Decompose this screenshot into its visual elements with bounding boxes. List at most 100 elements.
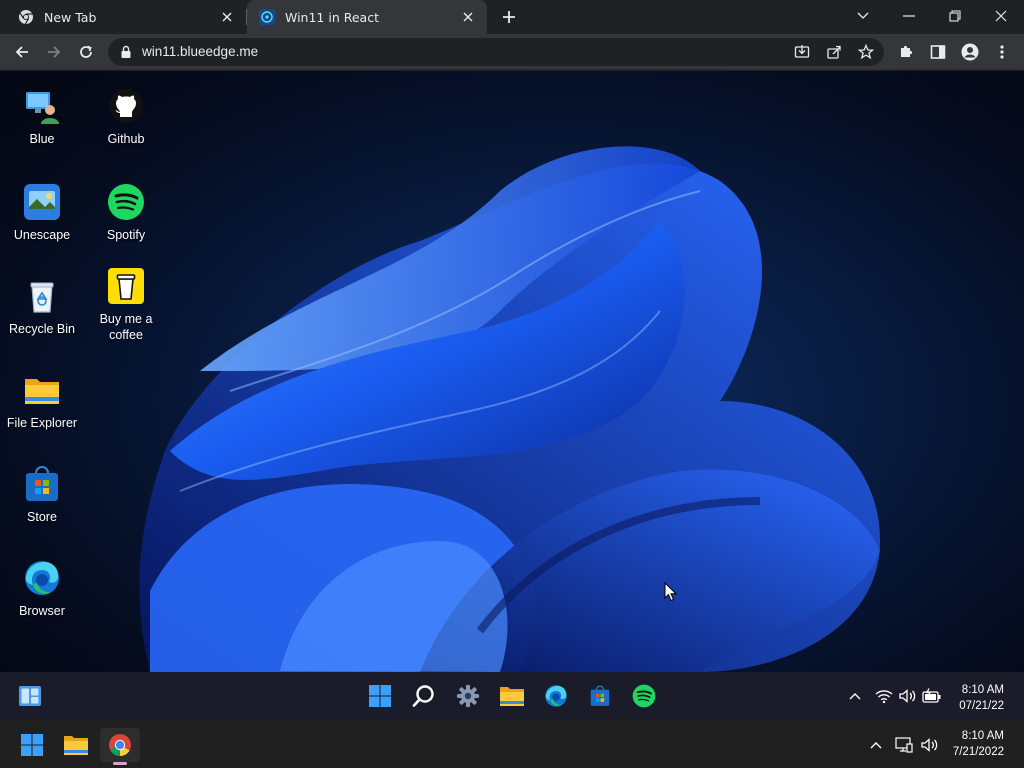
close-icon[interactable]	[218, 8, 236, 26]
windows-start-icon	[21, 734, 43, 756]
host-file-explorer-button[interactable]	[56, 728, 96, 762]
tab-title: New Tab	[44, 9, 97, 25]
desktop-icon-spotify[interactable]: Spotify	[84, 183, 168, 243]
wifi-icon	[875, 690, 893, 703]
clock-date: 07/21/22	[959, 700, 1004, 712]
chevron-down-icon	[857, 12, 869, 19]
desktop-icon-label: Recycle Bin	[9, 322, 75, 336]
clock[interactable]: 8:10 AM 07/21/22	[959, 682, 1004, 714]
browser-toolbar: win11.blueedge.me	[0, 34, 1024, 70]
spotify-button[interactable]	[630, 682, 658, 710]
chevron-up-icon	[870, 742, 882, 749]
arrow-right-icon	[48, 46, 61, 58]
file-explorer-button[interactable]	[498, 682, 526, 710]
desktop-icon-label: Github	[107, 132, 145, 146]
bloom-wallpaper	[139, 146, 881, 672]
share-icon	[827, 45, 841, 59]
gear-icon	[457, 685, 479, 707]
folder-icon	[25, 379, 59, 404]
tab-search-button[interactable]	[840, 0, 886, 32]
tab-win11-in-react[interactable]: Win11 in React	[247, 0, 487, 34]
url-text: win11.blueedge.me	[142, 44, 259, 59]
profile-button[interactable]	[957, 39, 983, 65]
chevron-up-icon	[849, 693, 861, 700]
host-clock[interactable]: 8:10 AM 7/21/2022	[953, 728, 1004, 760]
star-icon	[858, 44, 874, 60]
spotify-icon	[632, 684, 656, 708]
desktop[interactable]: Blue Unescape Recycle Bin File Explorer	[0, 71, 1024, 672]
host-chrome-button[interactable]	[100, 728, 140, 762]
back-button[interactable]	[9, 39, 35, 65]
desktop-icon-file-explorer[interactable]: File Explorer	[0, 371, 84, 431]
tab-title: Win11 in React	[285, 9, 379, 25]
host-network-button[interactable]	[890, 728, 918, 762]
chrome-icon	[109, 734, 131, 756]
store-button[interactable]	[586, 682, 614, 710]
reload-button[interactable]	[73, 39, 99, 65]
desktop-icon-label: Buy me a coffee	[99, 312, 153, 342]
search-button[interactable]	[410, 682, 438, 710]
search-icon	[412, 685, 434, 707]
settings-button[interactable]	[454, 682, 482, 710]
unescape-icon	[24, 184, 60, 220]
clock-time: 8:10 AM	[961, 684, 1004, 696]
clock-date: 7/21/2022	[952, 746, 1004, 758]
show-hidden-icons-button[interactable]	[841, 682, 869, 710]
desktop-icon-label: Spotify	[106, 228, 146, 242]
address-bar[interactable]: win11.blueedge.me	[108, 38, 884, 66]
edge-button[interactable]	[542, 682, 570, 710]
puzzle-icon	[901, 45, 913, 57]
lock-icon[interactable]	[119, 45, 133, 59]
share-button[interactable]	[824, 42, 844, 62]
desktop-icon-label: Unescape	[13, 228, 71, 242]
store-icon	[26, 466, 58, 501]
folder-icon	[64, 736, 88, 755]
folder-icon	[500, 687, 524, 706]
running-app-indicator	[113, 762, 127, 765]
windows-start-icon	[369, 685, 391, 707]
install-icon	[794, 45, 810, 58]
coffee-icon	[108, 268, 144, 304]
desktop-icon-label: Browser	[19, 604, 65, 618]
desktop-icon-recycle-bin[interactable]: Recycle Bin	[0, 277, 84, 337]
clock-time: 8:10 AM	[961, 730, 1004, 742]
minimize-button[interactable]	[886, 0, 932, 32]
volume-icon	[899, 689, 916, 703]
host-show-hidden-icons-button[interactable]	[862, 728, 890, 762]
desktop-icon-unescape[interactable]: Unescape	[0, 183, 84, 243]
volume-icon	[921, 738, 938, 752]
close-icon[interactable]	[459, 8, 477, 26]
desktop-icon-blue[interactable]: Blue	[0, 87, 84, 147]
start-button[interactable]	[366, 682, 394, 710]
desktop-icon-github[interactable]: Github	[84, 87, 168, 147]
install-app-button[interactable]	[792, 42, 812, 62]
side-panel-icon	[930, 45, 946, 59]
battery-button[interactable]	[918, 682, 946, 710]
network-icon	[895, 737, 913, 753]
tab-new-tab[interactable]: New Tab	[0, 0, 246, 34]
chrome-icon	[19, 10, 33, 25]
close-window-button[interactable]	[978, 0, 1024, 32]
restore-button[interactable]	[932, 0, 978, 32]
mouse-cursor-icon	[664, 582, 678, 602]
host-volume-button[interactable]	[916, 728, 944, 762]
forward-button[interactable]	[41, 39, 67, 65]
desktop-icon-buy-me-a-coffee[interactable]: Buy me a coffee	[84, 267, 168, 343]
reload-icon	[80, 45, 92, 58]
new-tab-button[interactable]	[498, 6, 520, 28]
extensions-button[interactable]	[893, 39, 919, 65]
host-start-button[interactable]	[12, 728, 52, 762]
inner-taskbar: 8:10 AM 07/21/22	[0, 672, 1024, 720]
desktop-icon-browser[interactable]: Browser	[0, 559, 84, 619]
plus-icon	[503, 11, 515, 23]
minimize-icon	[903, 15, 915, 17]
widgets-button[interactable]	[16, 682, 44, 710]
menu-button[interactable]	[989, 39, 1015, 65]
recycle-bin-icon	[30, 282, 54, 313]
side-panel-button[interactable]	[925, 39, 951, 65]
store-icon	[590, 685, 610, 706]
bookmark-button[interactable]	[856, 42, 876, 62]
desktop-icon-label: Store	[27, 510, 57, 524]
widgets-icon	[19, 686, 41, 706]
desktop-icon-store[interactable]: Store	[0, 465, 84, 525]
